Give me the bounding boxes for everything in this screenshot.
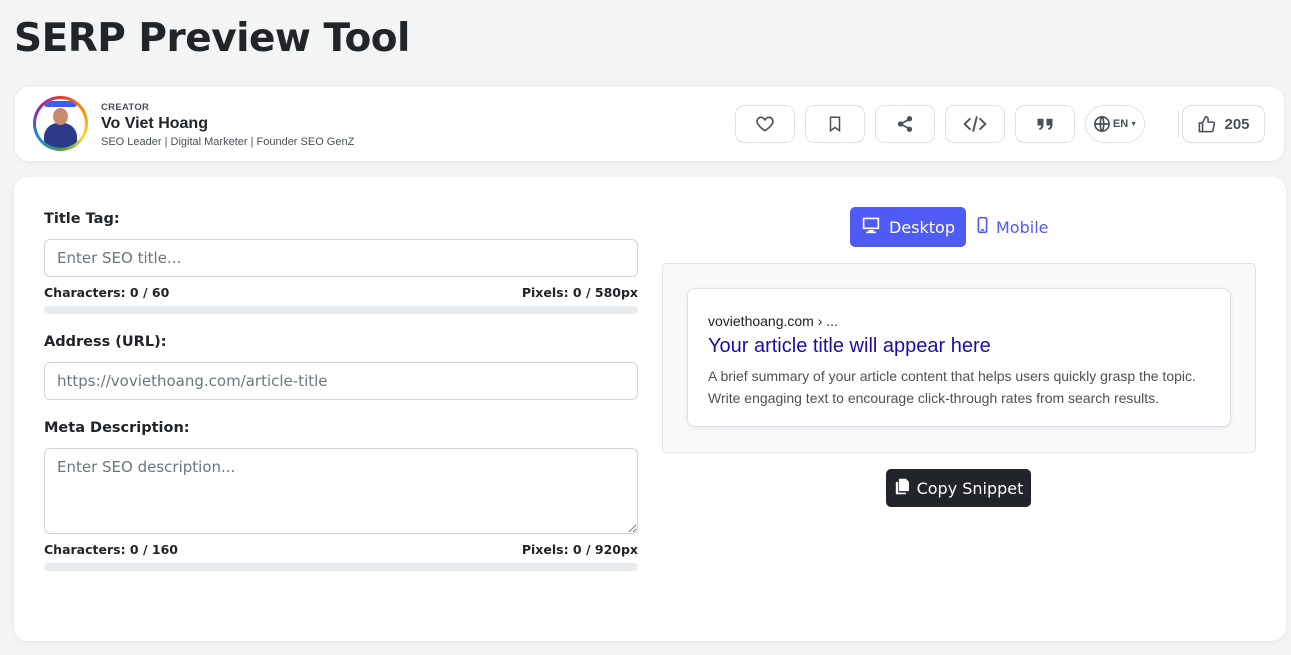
tab-mobile[interactable]: Mobile: [976, 207, 1048, 247]
desktop-icon: [861, 216, 881, 238]
mobile-icon: [976, 216, 989, 238]
main-card: Title Tag: Characters: 0 / 60 Pixels: 0 …: [14, 177, 1286, 641]
quote-icon: [1036, 116, 1054, 132]
avatar[interactable]: [33, 96, 88, 151]
code-icon: [963, 115, 987, 133]
serp-title[interactable]: Your article title will appear here: [708, 335, 991, 358]
language-selector[interactable]: EN ▼: [1085, 105, 1145, 143]
serp-description: A brief summary of your article content …: [708, 368, 1196, 406]
url-input[interactable]: [44, 362, 638, 400]
tab-mobile-label: Mobile: [996, 217, 1049, 237]
thumbs-up-icon: [1197, 115, 1216, 134]
page-title: SERP Preview Tool: [14, 16, 410, 61]
language-label: EN: [1112, 118, 1129, 130]
creator-bio: SEO Leader | Digital Marketer | Founder …: [101, 136, 355, 148]
caret-down-icon: ▼: [1130, 120, 1138, 128]
copy-snippet-label: Copy Snippet: [916, 478, 1024, 498]
creator-label: CREATOR: [101, 102, 150, 113]
serp-preview-frame: voviethoang.com › ... Your article title…: [662, 263, 1256, 453]
title-counter: Characters: 0 / 60 Pixels: 0 / 580px: [44, 285, 638, 300]
divider: [1178, 111, 1179, 137]
description-pixels: Pixels: 0 / 920px: [521, 542, 638, 557]
embed-code-button[interactable]: [945, 105, 1005, 143]
description-label: Meta Description:: [44, 420, 190, 436]
title-input[interactable]: [44, 239, 638, 277]
title-label: Title Tag:: [44, 211, 120, 227]
description-counter: Characters: 0 / 160 Pixels: 0 / 920px: [44, 542, 638, 557]
url-label: Address (URL):: [44, 334, 167, 350]
bookmark-button[interactable]: [805, 105, 865, 143]
heart-icon: [755, 114, 775, 134]
bookmark-icon: [826, 114, 844, 134]
title-pixels: Pixels: 0 / 580px: [521, 285, 638, 300]
tab-desktop[interactable]: Desktop: [850, 207, 966, 247]
description-characters: Characters: 0 / 160: [44, 542, 178, 557]
serp-result-card: voviethoang.com › ... Your article title…: [687, 288, 1231, 427]
title-characters: Characters: 0 / 60: [44, 285, 170, 300]
description-input[interactable]: [44, 448, 638, 534]
cite-button[interactable]: [1015, 105, 1075, 143]
like-favorite-button[interactable]: [735, 105, 795, 143]
creator-card: CREATOR Vo Viet Hoang SEO Leader | Digit…: [15, 87, 1284, 161]
copy-icon: [894, 478, 910, 499]
copy-snippet-button[interactable]: Copy Snippet: [886, 469, 1031, 507]
title-progress: [44, 306, 638, 314]
thumbs-up-button[interactable]: 205: [1182, 105, 1265, 143]
share-icon: [896, 115, 914, 133]
description-progress: [44, 563, 638, 571]
serp-url: voviethoang.com › ...: [708, 313, 838, 329]
likes-count: 205: [1224, 115, 1250, 133]
globe-icon: [1093, 115, 1111, 133]
share-button[interactable]: [875, 105, 935, 143]
creator-name[interactable]: Vo Viet Hoang: [101, 115, 208, 133]
tab-desktop-label: Desktop: [889, 217, 955, 237]
